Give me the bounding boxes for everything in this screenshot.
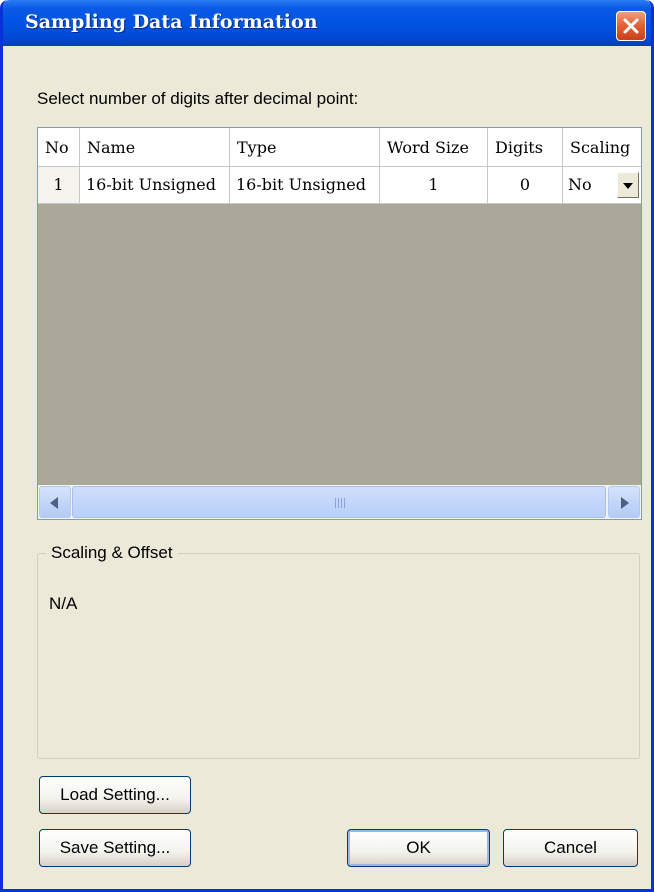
instruction-text: Select number of digits after decimal po…: [37, 89, 359, 108]
data-grid: No Name Type Word Size Digits Scaling 1 …: [37, 127, 642, 520]
save-setting-button[interactable]: Save Setting...: [39, 829, 191, 867]
type-cell[interactable]: 16-bit Unsigned: [230, 167, 380, 204]
ok-button[interactable]: OK: [347, 829, 490, 867]
load-setting-button[interactable]: Load Setting...: [39, 776, 191, 814]
name-cell[interactable]: 16-bit Unsigned: [80, 167, 230, 204]
scaling-dropdown-value: No: [568, 175, 592, 194]
column-header-digits[interactable]: Digits: [488, 128, 563, 167]
digits-cell[interactable]: 0: [488, 167, 563, 204]
column-header-word-size[interactable]: Word Size: [380, 128, 488, 167]
title-bar[interactable]: Sampling Data Information: [3, 0, 651, 46]
word-size-cell[interactable]: 1: [380, 167, 488, 204]
column-header-no[interactable]: No: [38, 128, 80, 167]
grip-icon: [335, 498, 345, 508]
window-title: Sampling Data Information: [25, 11, 318, 33]
close-icon: [623, 18, 639, 34]
cancel-button[interactable]: Cancel: [503, 829, 638, 867]
row-number-cell[interactable]: 1: [38, 167, 80, 204]
close-button[interactable]: [616, 11, 646, 41]
scaling-offset-value: N/A: [49, 594, 78, 613]
column-header-type[interactable]: Type: [230, 128, 380, 167]
horizontal-scrollbar[interactable]: [38, 485, 641, 519]
scroll-left-button[interactable]: [39, 486, 71, 518]
scrollbar-thumb[interactable]: [72, 486, 606, 518]
scaling-offset-group: [37, 553, 640, 759]
scaling-dropdown[interactable]: No: [563, 167, 641, 204]
chevron-down-icon[interactable]: [617, 172, 639, 198]
column-header-scaling[interactable]: Scaling: [563, 128, 641, 167]
group-title: Scaling & Offset: [46, 542, 178, 564]
column-header-name[interactable]: Name: [80, 128, 230, 167]
scroll-right-button[interactable]: [608, 486, 640, 518]
